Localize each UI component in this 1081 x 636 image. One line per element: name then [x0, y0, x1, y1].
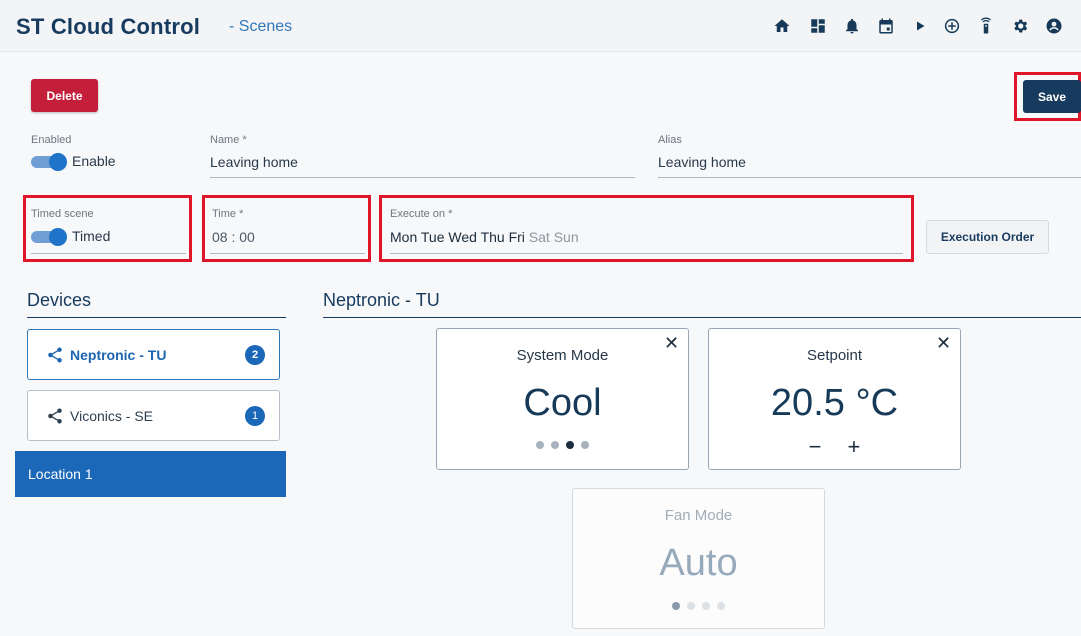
- location-item[interactable]: Location 1: [15, 451, 286, 497]
- setpoint-card[interactable]: ✕ Setpoint 20.5 °C − +: [708, 328, 961, 470]
- app-title: ST Cloud Control: [16, 14, 201, 39]
- page-subtitle: - Scenes: [229, 18, 293, 35]
- enabled-label: Enabled: [31, 134, 72, 146]
- day-wed[interactable]: Wed: [448, 229, 477, 245]
- card-value: Cool: [523, 382, 602, 424]
- execution-order-button[interactable]: Execution Order: [926, 220, 1049, 254]
- card-title: System Mode: [516, 347, 609, 364]
- share-icon: [48, 346, 62, 362]
- device-item-viconics[interactable]: Viconics - SE 1: [27, 390, 280, 441]
- increase-button[interactable]: +: [848, 434, 861, 460]
- mode-dot[interactable]: [581, 441, 589, 449]
- panel-title: Neptronic - TU: [323, 290, 440, 310]
- time-underline: [210, 253, 365, 254]
- mode-dot[interactable]: [536, 441, 544, 449]
- mode-dot[interactable]: [551, 441, 559, 449]
- bell-icon[interactable]: [842, 16, 862, 36]
- calendar-icon[interactable]: [876, 16, 896, 36]
- fan-dots[interactable]: [573, 602, 824, 610]
- account-icon[interactable]: [1044, 16, 1064, 36]
- day-mon[interactable]: Mon: [390, 229, 417, 245]
- fan-dot-active[interactable]: [672, 602, 680, 610]
- system-mode-card[interactable]: ✕ System Mode Cool: [436, 328, 689, 470]
- delete-button[interactable]: Delete: [31, 79, 98, 112]
- home-icon[interactable]: [772, 16, 792, 36]
- card-value: 20.5 °C: [770, 382, 899, 424]
- day-tue[interactable]: Tue: [421, 229, 445, 245]
- name-field[interactable]: Leaving home: [210, 154, 298, 170]
- add-circle-icon[interactable]: [942, 16, 962, 36]
- time-label: Time *: [212, 208, 244, 220]
- save-button[interactable]: Save: [1023, 80, 1081, 113]
- alias-underline: [658, 177, 1081, 178]
- top-bar: ST Cloud Control - Scenes: [0, 0, 1081, 52]
- devices-divider: [27, 317, 286, 318]
- day-sun[interactable]: Sun: [554, 229, 579, 245]
- panel-divider: [323, 317, 1081, 318]
- dashboard-icon[interactable]: [808, 16, 828, 36]
- alias-field[interactable]: Leaving home: [658, 154, 746, 170]
- device-item-neptronic[interactable]: Neptronic - TU 2: [27, 329, 280, 380]
- gear-icon[interactable]: [1010, 16, 1030, 36]
- day-sat[interactable]: Sat: [529, 229, 550, 245]
- time-field[interactable]: 08 : 00: [212, 229, 255, 245]
- day-fri[interactable]: Fri: [509, 229, 525, 245]
- timed-label: Timed scene: [31, 208, 94, 220]
- name-underline: [210, 177, 635, 178]
- devices-title: Devices: [27, 290, 92, 310]
- card-value: Auto: [659, 542, 738, 584]
- remote-icon[interactable]: [976, 16, 996, 36]
- execute-underline: [390, 253, 903, 254]
- alias-label: Alias: [658, 134, 682, 146]
- execute-days[interactable]: Mon Tue Wed Thu Fri Sat Sun: [390, 229, 579, 245]
- play-icon[interactable]: [910, 16, 930, 36]
- name-label: Name *: [210, 134, 247, 146]
- enabled-value: Enable: [72, 153, 116, 169]
- fan-mode-card[interactable]: Fan Mode Auto: [572, 488, 825, 629]
- day-thu[interactable]: Thu: [481, 229, 505, 245]
- card-title: Fan Mode: [664, 507, 733, 524]
- timed-value: Timed: [72, 228, 111, 244]
- share-icon: [48, 407, 62, 423]
- mode-dots[interactable]: [437, 441, 688, 449]
- device-label: Viconics - SE: [70, 407, 153, 424]
- device-count-badge: 2: [245, 345, 265, 365]
- fan-dot[interactable]: [702, 602, 710, 610]
- mode-dot-active[interactable]: [566, 441, 574, 449]
- device-count-badge: 1: [245, 406, 265, 426]
- timed-toggle[interactable]: [31, 228, 69, 246]
- timed-underline: [31, 253, 186, 254]
- fan-dot[interactable]: [717, 602, 725, 610]
- setpoint-stepper[interactable]: − +: [709, 434, 960, 460]
- device-label: Neptronic - TU: [70, 346, 167, 363]
- execute-label: Execute on *: [390, 208, 453, 220]
- card-title: Setpoint: [806, 347, 863, 364]
- fan-dot[interactable]: [687, 602, 695, 610]
- decrease-button[interactable]: −: [809, 434, 822, 460]
- enabled-toggle[interactable]: [31, 153, 69, 171]
